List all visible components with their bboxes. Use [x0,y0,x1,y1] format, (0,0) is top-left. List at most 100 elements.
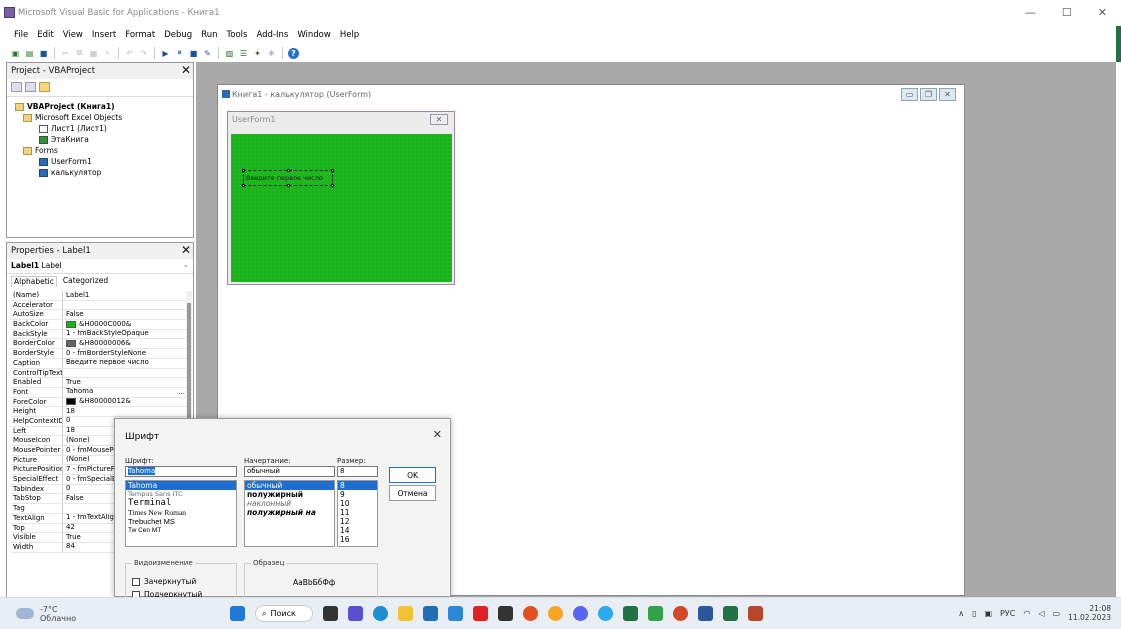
property-row[interactable]: Height 18 [11,407,187,417]
store-icon[interactable] [423,606,438,621]
property-value-cell[interactable]: Label1 [63,291,187,300]
property-value-cell[interactable]: &H0000C000& [63,320,187,329]
list-item[interactable]: 16 [338,535,377,544]
property-value-cell[interactable]: Tahoma... [63,388,187,397]
property-row[interactable]: Font Tahoma... [11,387,187,398]
tree-item[interactable]: UserForm1 [15,156,193,167]
property-value-cell[interactable]: 1 - fmBackStyleOpaque [63,330,187,339]
userform-canvas[interactable]: Введите первое число [231,134,452,282]
property-row[interactable]: ForeColor &H80000012& [11,397,187,408]
list-item[interactable]: Trebuchet MS [126,517,236,526]
edge-icon[interactable] [373,606,388,621]
toggle-folders-icon[interactable] [39,82,50,92]
property-row[interactable]: BackColor &H0000C000& [11,320,187,330]
reset-icon[interactable]: ■ [188,48,199,59]
menu-edit[interactable]: Edit [35,29,55,41]
userform-close-button[interactable]: ✕ [430,114,448,125]
redo-icon[interactable]: ↷ [138,48,149,59]
list-item[interactable]: 12 [338,517,377,526]
tab-alphabetic[interactable]: Alphabetic [11,276,57,287]
font-style-input[interactable]: обычный [244,466,335,477]
properties-window-icon[interactable]: ☰ [238,48,249,59]
pause-icon[interactable]: ⏸ [174,48,185,59]
property-value-cell[interactable]: False [63,310,187,319]
app-icon[interactable] [648,606,663,621]
menu-tools[interactable]: Tools [225,29,250,41]
list-item[interactable]: 14 [338,526,377,535]
list-item[interactable]: 11 [338,508,377,517]
list-item[interactable]: Times New Roman [126,508,236,517]
property-value-cell[interactable]: &H80000012& [63,398,187,407]
weather-widget[interactable]: -7°C Облачно [16,605,76,623]
property-value-cell[interactable] [63,301,187,310]
list-item[interactable]: полужирный на [245,508,334,517]
cut-icon[interactable]: ✂ [60,48,71,59]
font-name-list[interactable]: Tahoma Tempus Sans ITC Terminal Times New R… [125,480,237,547]
word-icon[interactable] [698,606,713,621]
music-icon[interactable] [548,606,563,621]
font-size-input[interactable]: 8 [337,466,378,477]
excel-icon[interactable] [623,606,638,621]
list-item[interactable]: наклонный [245,499,334,508]
tree-item[interactable]: Лист1 (Лист1) [15,123,193,134]
close-button[interactable]: ✕ [1098,6,1107,19]
menu-addins[interactable]: Add-Ins [254,29,290,41]
yandex-icon[interactable] [473,606,488,621]
list-item[interactable]: 10 [338,499,377,508]
paste-icon[interactable]: ▦ [88,48,99,59]
property-row[interactable]: BorderStyle 0 - fmBorderStyleNone [11,349,187,359]
chat-icon[interactable] [348,606,363,621]
minimize-button[interactable]: — [1025,6,1036,19]
view-code-icon[interactable] [11,82,22,92]
property-value-cell[interactable]: 18 [63,407,187,416]
cancel-button[interactable]: Отмена [389,485,436,501]
resize-handle[interactable] [242,184,245,187]
property-row[interactable]: BackStyle 1 - fmBackStyleOpaque [11,329,187,340]
property-row[interactable]: Caption Введите первое число [11,358,187,369]
chevron-down-icon[interactable]: ⌄ [183,260,189,269]
property-row[interactable]: BorderColor &H80000006& [11,339,187,350]
file-explorer-icon[interactable] [398,606,413,621]
display-icon[interactable]: ▣ [984,609,992,618]
list-item[interactable]: Terminal [126,499,236,508]
property-value-cell[interactable]: &H80000006& [63,339,187,348]
toolbox-icon[interactable]: ✱ [266,48,277,59]
object-browser-icon[interactable]: ✦ [252,48,263,59]
designer-restore-button[interactable]: ❐ [920,88,937,101]
vscode-like-icon[interactable] [498,606,513,621]
properties-close-button[interactable]: ✕ [181,243,191,257]
find-icon[interactable]: ⌕ [102,48,113,59]
property-value-cell[interactable] [63,369,187,378]
list-item[interactable]: Tw Cen MT [126,526,236,535]
font-name-input[interactable]: Tahoma [125,466,237,477]
designer-minimize-button[interactable]: ▭ [901,88,918,101]
menu-view[interactable]: View [61,29,85,41]
list-item[interactable]: обычный [245,481,334,490]
clock[interactable]: 21:08 11.02.2023 [1068,604,1111,622]
userform[interactable]: UserForm1 ✕ Введите первое число [227,111,455,285]
resize-handle[interactable] [287,169,290,172]
excel-view-icon[interactable]: ▣ [10,48,21,59]
discord-icon[interactable] [573,606,588,621]
menu-insert[interactable]: Insert [90,29,118,41]
ok-button[interactable]: OK [389,467,436,483]
save-icon[interactable]: ■ [38,48,49,59]
copy-icon[interactable]: ⧉ [74,48,85,59]
menu-window[interactable]: Window [295,29,333,41]
font-style-list[interactable]: обычный полужирный наклонный полужирный на [244,480,335,547]
font-dialog-close-button[interactable]: ✕ [433,428,442,441]
mail-icon[interactable] [448,606,463,621]
tree-item[interactable]: Microsoft Excel Objects [15,112,193,123]
menu-debug[interactable]: Debug [162,29,194,41]
object-selector[interactable]: Label1 Label ⌄ [7,259,193,274]
menu-help[interactable]: Help [338,29,361,41]
office-icon[interactable] [673,606,688,621]
property-value-cell[interactable]: 0 - fmBorderStyleNone [63,349,187,358]
project-close-button[interactable]: ✕ [181,63,191,77]
design-mode-icon[interactable]: ✎ [202,48,213,59]
undo-icon[interactable]: ↶ [124,48,135,59]
view-object-icon[interactable] [25,82,36,92]
tree-item[interactable]: ЭтаКнига [15,134,193,145]
browser-icon[interactable] [523,606,538,621]
designer-close-button[interactable]: ✕ [939,88,956,101]
